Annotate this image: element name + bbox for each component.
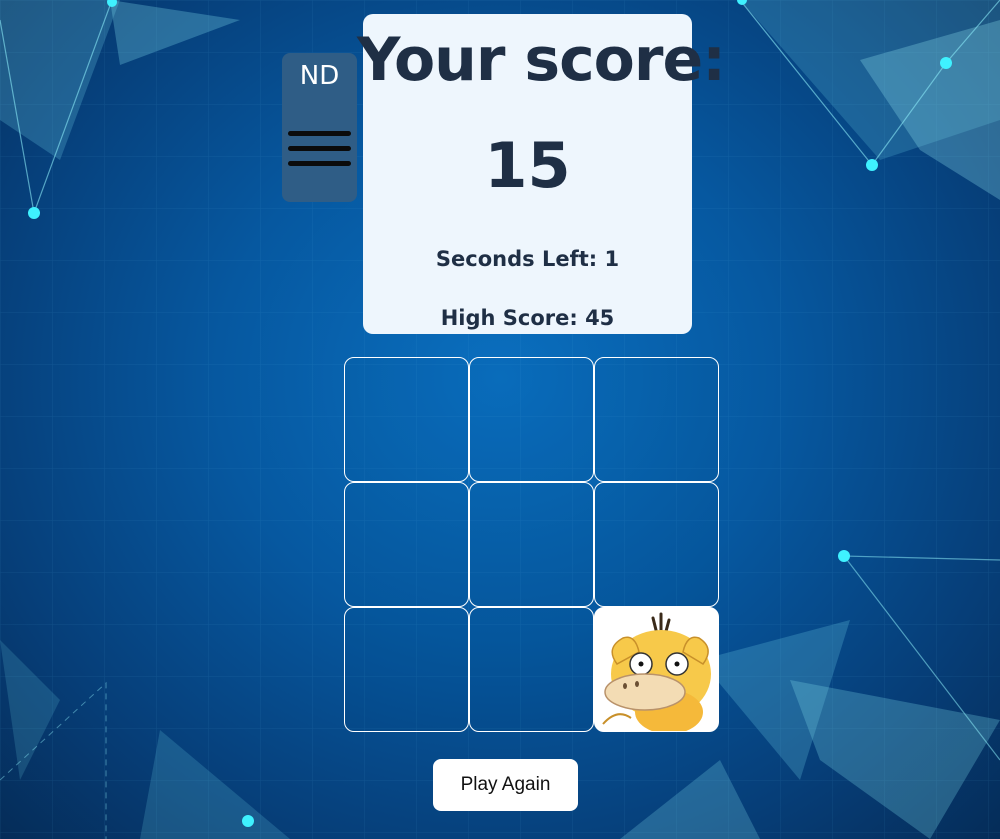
board-cell[interactable] (469, 607, 594, 732)
play-again-button[interactable]: Play Again (433, 759, 578, 811)
game-board (344, 357, 720, 733)
board-cell[interactable] (344, 607, 469, 732)
board-cell[interactable] (469, 482, 594, 607)
score-value: 15 (484, 129, 571, 202)
hamburger-menu-icon[interactable] (288, 131, 351, 171)
high-score-text: High Score: 45 (440, 306, 615, 330)
board-cell[interactable] (344, 482, 469, 607)
board-cell[interactable] (594, 357, 719, 482)
user-initials: ND (299, 61, 340, 91)
psyduck-icon (602, 612, 711, 731)
score-title: Your score: (357, 25, 726, 95)
user-menu-panel: ND (282, 53, 357, 202)
seconds-left-text: Seconds Left: 1 (435, 247, 620, 271)
score-card: Your score: 15 Seconds Left: 1 High Scor… (357, 14, 726, 334)
board-cell[interactable] (594, 482, 719, 607)
board-cell-active[interactable] (594, 607, 719, 732)
board-cell[interactable] (344, 357, 469, 482)
board-cell[interactable] (469, 357, 594, 482)
